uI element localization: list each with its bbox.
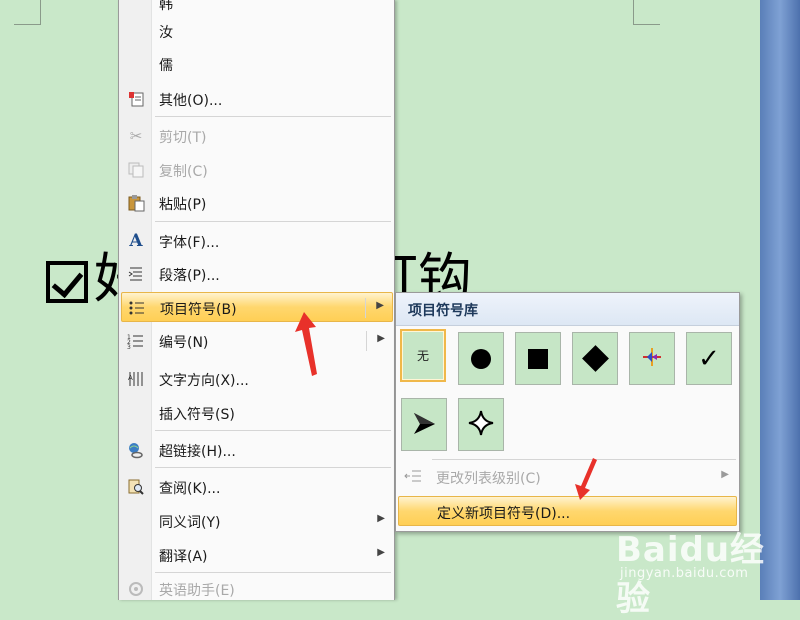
bullet-multicolor-arrow[interactable] [629,332,675,385]
menu-item-label: 英语助手(E) [159,583,235,599]
other-icon [125,89,147,109]
submenu-title: 项目符号库 [408,303,478,319]
menu-item-char-2[interactable]: 汝 [121,16,393,46]
window-edge [760,0,800,600]
menu-item-lookup[interactable]: 查阅(K)... [121,472,393,502]
submenu-arrow-icon: ▶ [377,333,385,344]
four-point-star-icon [468,410,494,440]
bullet-library-submenu: 项目符号库 无 ✓ 更改列表级别(C) ▶ 定义新项目符号(D)... [395,292,740,532]
paste-icon [125,193,147,213]
change-list-level-item[interactable]: 更改列表级别(C) ▶ [398,462,737,492]
bullet-arrowhead[interactable] [401,398,447,451]
menu-separator [155,572,391,573]
filled-circle-icon [471,348,491,369]
assistant-icon [125,579,147,599]
menu-item-paste[interactable]: 粘贴(P) [121,188,393,218]
menu-item-label: 项目符号(B) [160,302,237,318]
define-new-bullet-label: 定义新项目符号(D)... [437,506,571,522]
menu-item-label: 其他(O)... [159,93,223,109]
bullets-icon [126,298,148,318]
multicolor-arrow-icon [641,346,663,372]
svg-text:3: 3 [127,344,131,350]
menu-item-label: 粘贴(P) [159,197,207,213]
bullet-none-label: 无 [416,349,429,363]
menu-item-label: 查阅(K)... [159,481,221,497]
menu-item-copy[interactable]: 复制(C) [121,155,393,185]
split-divider [366,331,367,351]
menu-item-bullets[interactable]: 项目符号(B) ▶ [121,292,393,322]
watermark-url: jingyan.baidu.com [620,566,749,581]
menu-separator [155,467,391,468]
submenu-arrow-icon: ▶ [721,469,729,480]
bullet-filled-diamond[interactable] [572,332,618,385]
checkmark-icon: ✓ [698,343,720,374]
bullet-checkmark[interactable]: ✓ [686,332,732,385]
menu-item-label: 字体(F)... [159,235,220,251]
arrowhead-icon [411,410,437,440]
menu-item-other[interactable]: 其他(O)... [121,84,393,114]
indent-icon [404,468,422,488]
bullet-none[interactable]: 无 [400,329,446,382]
menu-item-text-direction[interactable]: A 文字方向(X)... [121,364,393,394]
submenu-arrow-icon: ▶ [376,300,384,311]
context-menu: 韩 汝 儒 其他(O)... ✂ 剪切(T) 复制(C) 粘贴(P) A 字体(… [118,0,395,600]
bullet-four-point-star[interactable] [458,398,504,451]
annotation-arrow [575,458,597,500]
menu-item-label: 剪切(T) [159,130,207,146]
menu-separator [155,221,391,222]
submenu-header: 项目符号库 [396,293,739,326]
change-list-level-label: 更改列表级别(C) [436,471,541,487]
menu-item-char-3[interactable]: 儒 [121,49,393,79]
scissors-icon: ✂ [129,127,143,145]
annotation-arrow [295,312,317,376]
submenu-arrow-icon: ▶ [377,547,385,558]
font-icon: A [129,231,143,251]
hyperlink-icon [125,440,147,460]
menu-item-font[interactable]: A 字体(F)... [121,226,393,256]
menu-item-cut[interactable]: ✂ 剪切(T) [121,121,393,151]
checkbox-symbol [46,261,88,304]
menu-item-synonyms[interactable]: 同义词(Y) ▶ [121,506,393,536]
crop-mark-left [14,0,41,25]
menu-item-translate[interactable]: 翻译(A) ▶ [121,540,393,570]
watermark: Baidu经验 jingyan.baidu.com [612,522,792,619]
menu-item-label: 儒 [159,58,173,74]
menu-item-label: 复制(C) [159,164,208,180]
bullet-filled-square[interactable] [515,332,561,385]
menu-item-label: 段落(P)... [159,268,220,284]
lookup-icon [125,477,147,497]
crop-mark-right [633,0,660,25]
menu-item-label: 文字方向(X)... [159,373,249,389]
copy-icon [125,160,147,180]
menu-separator [155,430,391,431]
menu-item-label: 翻译(A) [159,549,208,565]
svg-text:A: A [128,374,133,382]
menu-item-label: 超链接(H)... [159,444,236,460]
menu-item-label: 插入符号(S) [159,407,235,423]
text-direction-icon: A [125,369,147,389]
submenu-arrow-icon: ▶ [377,513,385,524]
menu-item-numbering[interactable]: 123 编号(N) ▶ [121,326,393,356]
filled-square-icon [528,348,548,369]
numbering-icon: 123 [125,331,147,351]
filled-diamond-icon [581,345,609,372]
menu-item-label: 韩 [159,0,173,13]
menu-item-hyperlink[interactable]: 超链接(H)... [121,435,393,465]
menu-separator [155,116,391,117]
menu-item-paragraph[interactable]: 段落(P)... [121,259,393,289]
paragraph-icon [125,264,147,284]
split-divider [365,298,366,318]
bullet-filled-circle[interactable] [458,332,504,385]
menu-item-label: 同义词(Y) [159,515,221,531]
menu-item-insert-symbol[interactable]: 插入符号(S) [121,398,393,428]
menu-item-label: 编号(N) [159,335,209,351]
menu-item-label: 汝 [159,25,173,41]
